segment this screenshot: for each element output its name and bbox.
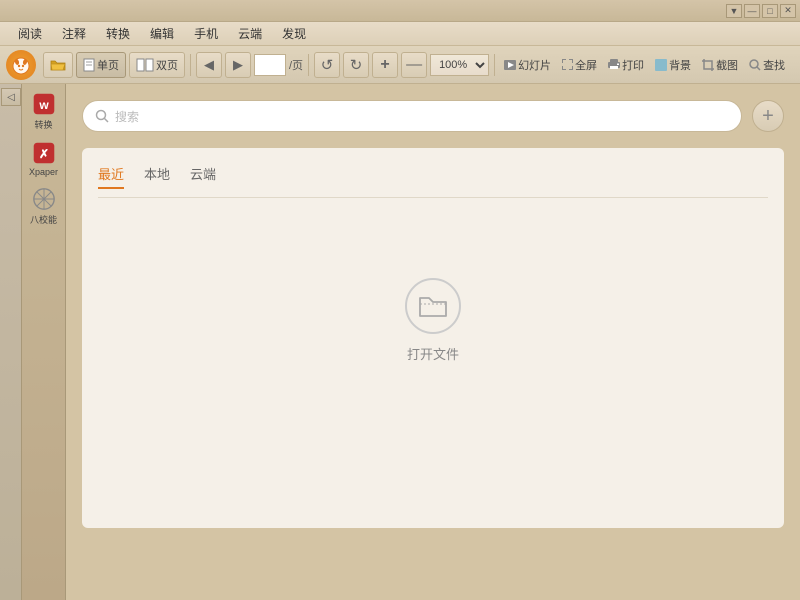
menu-cloud[interactable]: 云端 <box>228 23 272 44</box>
forward-button[interactable]: ▶ <box>225 52 251 78</box>
page-number-input[interactable] <box>254 54 286 76</box>
zoom-in-button[interactable]: + <box>372 52 398 78</box>
double-page-label: 双页 <box>156 57 178 73</box>
sidebar-toggle-button[interactable]: ◁ <box>1 88 21 106</box>
title-btn-close[interactable]: ✕ <box>780 4 796 18</box>
folder-icon-big <box>405 278 461 334</box>
sidebar-item-xpaper[interactable]: ✗ Xpaper <box>25 137 63 181</box>
xpaper-label: Xpaper <box>29 167 58 177</box>
menu-convert[interactable]: 转换 <box>96 23 140 44</box>
zoom-select[interactable]: 100% 75% 125% 150% <box>430 54 489 76</box>
menu-bar: 阅读 注释 转换 编辑 手机 云端 发现 <box>0 22 800 46</box>
fullscreen-button[interactable]: 全屏 <box>558 53 601 77</box>
sep2 <box>308 54 309 76</box>
convert-label: 转换 <box>34 118 52 131</box>
menu-phone[interactable]: 手机 <box>184 23 228 44</box>
open-folder-button[interactable] <box>43 52 73 78</box>
single-page-label: 单页 <box>97 57 119 73</box>
sep3 <box>494 54 495 76</box>
tab-local[interactable]: 本地 <box>144 164 170 189</box>
title-btn-maximize[interactable]: □ <box>762 4 778 18</box>
back-button[interactable]: ◀ <box>196 52 222 78</box>
slideshow-button[interactable]: 幻灯片 <box>500 53 555 77</box>
search-row: 搜索 + <box>82 100 784 132</box>
toolbar: 单页 双页 ◀ ▶ /页 ↺ ↻ + — 100% 75% 125% 150% … <box>0 46 800 84</box>
crop-button[interactable]: 截图 <box>698 53 742 77</box>
add-button[interactable]: + <box>752 100 784 132</box>
app-logo <box>6 50 36 80</box>
undo-button[interactable]: ↺ <box>314 52 340 78</box>
menu-annotate[interactable]: 注释 <box>52 23 96 44</box>
background-button[interactable]: 背景 <box>651 53 695 77</box>
find-button[interactable]: 查找 <box>745 53 789 77</box>
tab-recent[interactable]: 最近 <box>98 164 124 189</box>
search-placeholder: 搜索 <box>115 108 139 125</box>
menu-discover[interactable]: 发现 <box>272 23 316 44</box>
sidebar-item-convert[interactable]: w 转换 <box>25 88 63 135</box>
search-box[interactable]: 搜索 <box>82 100 742 132</box>
menu-read[interactable]: 阅读 <box>8 23 52 44</box>
empty-state-label: 打开文件 <box>407 344 459 363</box>
svg-text:✗: ✗ <box>38 147 48 161</box>
sep1 <box>190 54 191 76</box>
convert-icon: w <box>32 92 56 116</box>
svg-text:w: w <box>38 98 49 112</box>
title-bar: ▼ — □ ✕ <box>0 0 800 22</box>
content-area: 搜索 + 最近 本地 云端 打开文件 <box>66 84 800 600</box>
search-icon <box>95 109 109 123</box>
zoom-out-button[interactable]: — <box>401 52 427 78</box>
single-page-button[interactable]: 单页 <box>76 52 126 78</box>
print-button[interactable]: 打印 <box>604 53 648 77</box>
empty-state: 打开文件 <box>98 218 768 423</box>
title-btn-arrow[interactable]: ▼ <box>726 4 742 18</box>
file-panel: 最近 本地 云端 打开文件 <box>82 148 784 528</box>
left-sidebar: w 转换 ✗ Xpaper <box>22 84 66 600</box>
page-suffix: /页 <box>289 57 303 73</box>
tabs-row: 最近 本地 云端 <box>98 164 768 198</box>
title-btn-minimize[interactable]: — <box>744 4 760 18</box>
double-page-button[interactable]: 双页 <box>129 52 185 78</box>
menu-edit[interactable]: 编辑 <box>140 23 184 44</box>
sidebar-item-octcal[interactable]: 八校能 <box>25 183 63 230</box>
tab-cloud[interactable]: 云端 <box>190 164 216 189</box>
xpaper-icon: ✗ <box>32 141 56 165</box>
redo-button[interactable]: ↻ <box>343 52 369 78</box>
open-folder-icon <box>417 290 449 322</box>
octcal-icon <box>32 187 56 211</box>
octcal-label: 八校能 <box>30 213 57 226</box>
